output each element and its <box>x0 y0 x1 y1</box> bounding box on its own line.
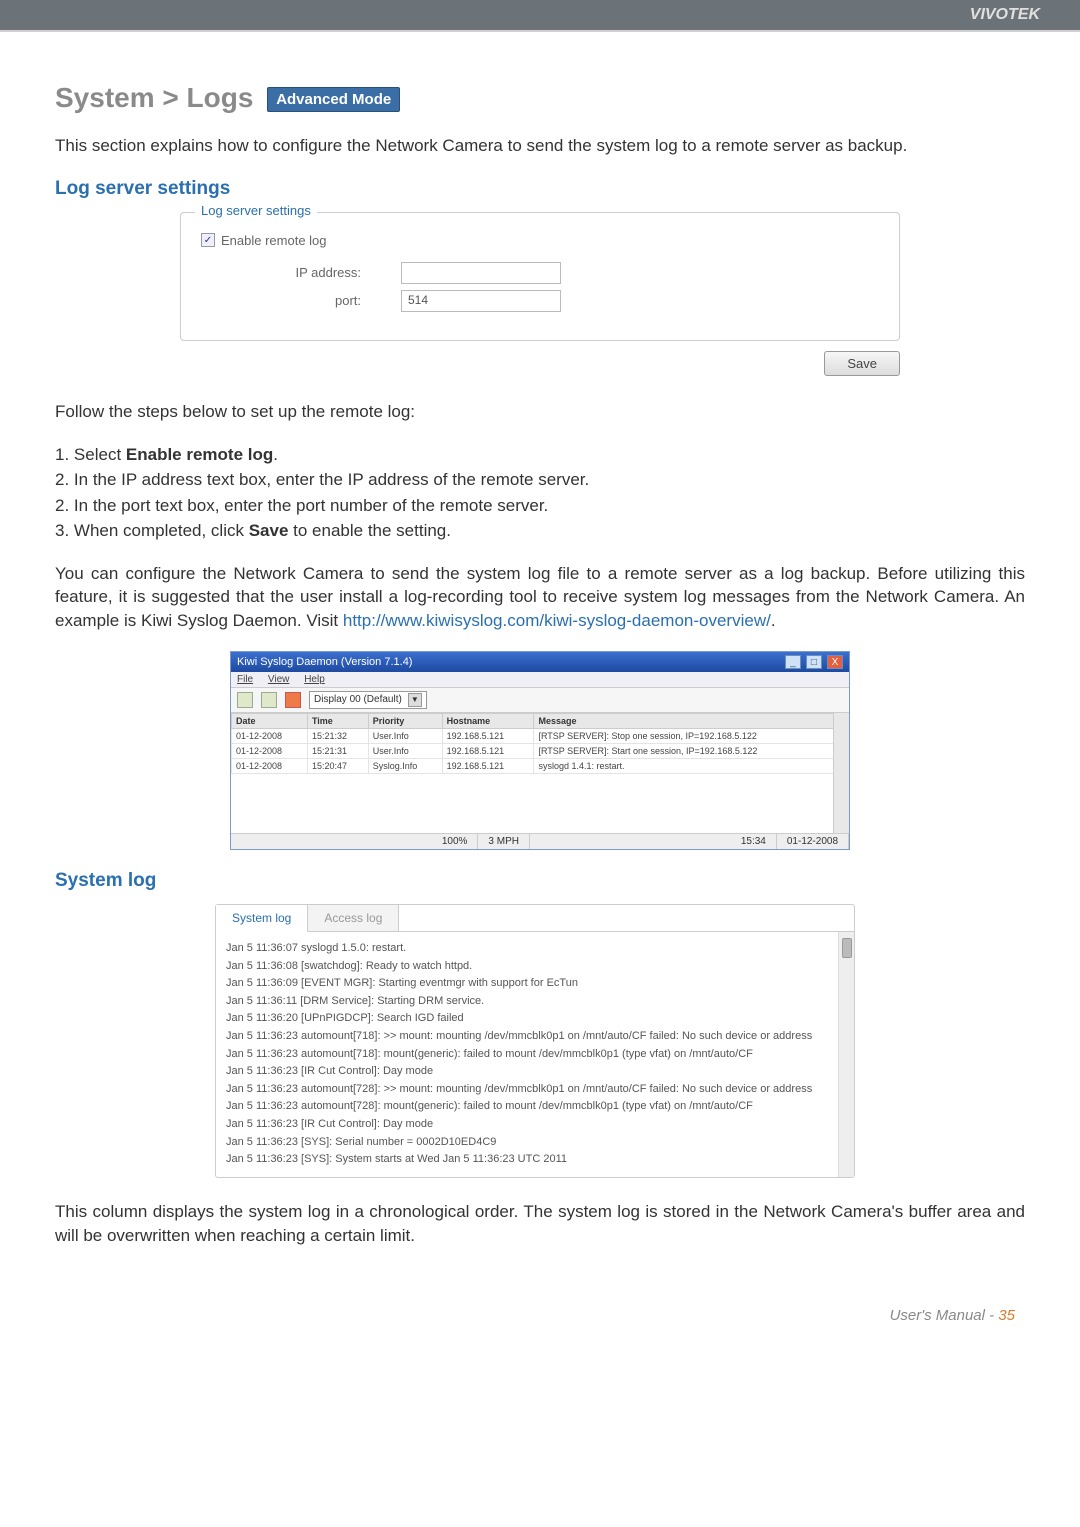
log-line: Jan 5 11:36:11 [DRM Service]: Starting D… <box>226 993 844 1011</box>
log-line: Jan 5 11:36:23 [IR Cut Control]: Day mod… <box>226 1116 844 1134</box>
tab-system-log[interactable]: System log <box>216 905 308 932</box>
menu-file[interactable]: File <box>237 674 253 685</box>
table-row: 01-12-200815:20:47Syslog.Info192.168.5.1… <box>232 758 849 773</box>
backup-paragraph: You can configure the Network Camera to … <box>55 562 1025 633</box>
kiwi-menu: File View Help <box>231 672 849 687</box>
log-line: Jan 5 11:36:23 [SYS]: Serial number = 00… <box>226 1134 844 1152</box>
kiwi-statusbar: 100% 3 MPH 15:34 01-12-2008 <box>231 833 849 849</box>
header-bar: VIVOTEK <box>0 0 1080 30</box>
toolbar-icon-3[interactable] <box>285 692 301 708</box>
menu-view[interactable]: View <box>268 674 290 685</box>
table-row: 01-12-200815:21:32User.Info192.168.5.121… <box>232 728 849 743</box>
system-log-panel: System log Access log Jan 5 11:36:07 sys… <box>215 904 855 1178</box>
log-line: Jan 5 11:36:23 automount[718]: mount(gen… <box>226 1046 844 1064</box>
table-row: 01-12-200815:21:31User.Info192.168.5.121… <box>232 743 849 758</box>
log-line: Jan 5 11:36:09 [EVENT MGR]: Starting eve… <box>226 975 844 993</box>
toolbar-icon-2[interactable] <box>261 692 277 708</box>
port-label: port: <box>201 293 401 308</box>
close-icon[interactable]: X <box>827 655 843 669</box>
kiwi-link[interactable]: http://www.kiwisyslog.com/kiwi-syslog-da… <box>343 611 771 630</box>
brand-label: VIVOTEK <box>970 6 1040 24</box>
log-line: Jan 5 11:36:23 automount[718]: >> mount:… <box>226 1028 844 1046</box>
maximize-icon[interactable]: □ <box>806 655 822 669</box>
divider <box>0 30 1080 32</box>
follow-steps-text: Follow the steps below to set up the rem… <box>55 400 1025 424</box>
steps-list: 1. Select Enable remote log. 2. In the I… <box>55 442 1025 544</box>
intro-paragraph: This section explains how to configure t… <box>55 134 1025 158</box>
log-line: Jan 5 11:36:23 [SYS]: System starts at W… <box>226 1151 844 1169</box>
page-title: System > Logs Advanced Mode <box>55 82 400 114</box>
enable-remote-log-label: Enable remote log <box>221 233 327 248</box>
enable-remote-log-checkbox[interactable]: ✓ <box>201 233 215 247</box>
system-log-heading: System log <box>55 870 1025 892</box>
log-line: Jan 5 11:36:07 syslogd 1.5.0: restart. <box>226 940 844 958</box>
menu-help[interactable]: Help <box>304 674 325 685</box>
display-dropdown[interactable]: Display 00 (Default) ▼ <box>309 691 427 709</box>
title-text: System > Logs <box>55 82 253 113</box>
chevron-down-icon: ▼ <box>408 693 422 707</box>
ip-address-input[interactable] <box>401 262 561 284</box>
kiwi-title: Kiwi Syslog Daemon (Version 7.1.4) <box>237 656 412 668</box>
minimize-icon[interactable]: _ <box>785 655 801 669</box>
ip-address-label: IP address: <box>201 265 401 280</box>
panel-legend: Log server settings <box>195 203 317 218</box>
log-line: Jan 5 11:36:23 automount[728]: >> mount:… <box>226 1081 844 1099</box>
port-input[interactable]: 514 <box>401 290 561 312</box>
window-controls: _ □ X <box>783 655 843 669</box>
log-server-panel: Log server settings ✓ Enable remote log … <box>180 212 900 341</box>
log-line: Jan 5 11:36:08 [swatchdog]: Ready to wat… <box>226 958 844 976</box>
page-footer: User's Manual - 35 <box>55 1307 1025 1324</box>
tab-access-log[interactable]: Access log <box>308 905 399 931</box>
log-line: Jan 5 11:36:20 [UPnPIGDCP]: Search IGD f… <box>226 1010 844 1028</box>
log-line: Jan 5 11:36:23 automount[728]: mount(gen… <box>226 1098 844 1116</box>
toolbar-icon-1[interactable] <box>237 692 253 708</box>
scrollbar[interactable] <box>838 932 854 1177</box>
log-server-heading: Log server settings <box>55 178 1025 200</box>
scrollbar[interactable] <box>833 713 849 833</box>
kiwi-window: Kiwi Syslog Daemon (Version 7.1.4) _ □ X… <box>230 651 850 850</box>
kiwi-table: DateTime PriorityHostname Message 01-12-… <box>231 713 849 774</box>
log-line: Jan 5 11:36:23 [IR Cut Control]: Day mod… <box>226 1063 844 1081</box>
system-log-body: Jan 5 11:36:07 syslogd 1.5.0: restart. J… <box>216 932 854 1177</box>
save-button[interactable]: Save <box>824 351 900 376</box>
advanced-mode-badge: Advanced Mode <box>267 87 400 112</box>
syslog-description: This column displays the system log in a… <box>55 1200 1025 1248</box>
